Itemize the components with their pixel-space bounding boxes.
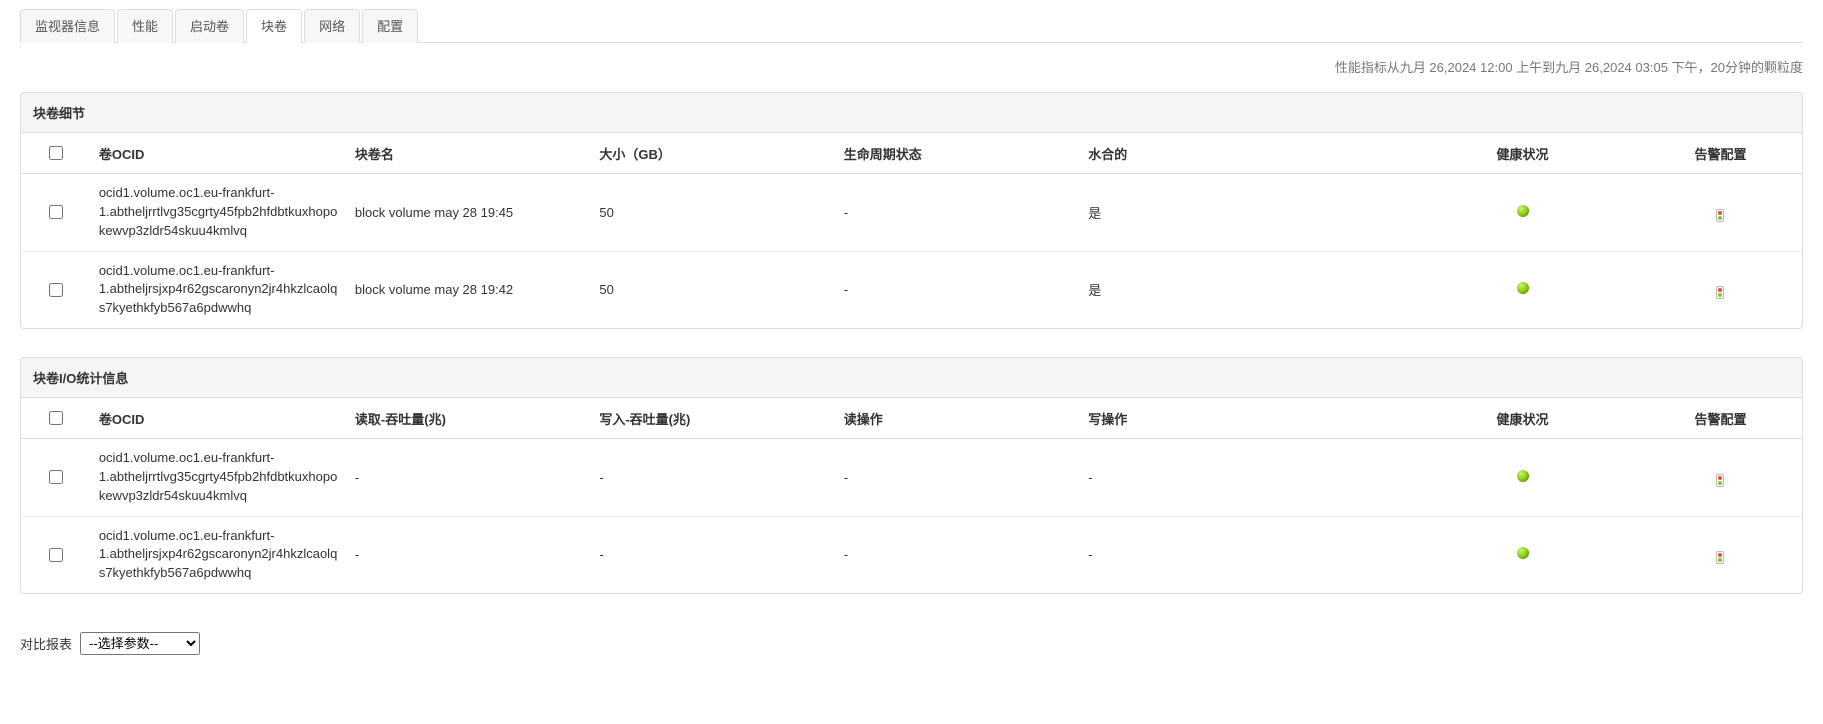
health-status-icon <box>1517 470 1529 482</box>
row-checkbox[interactable] <box>49 283 63 297</box>
life-value: - <box>836 251 1080 328</box>
panel-title-details: 块卷细节 <box>21 93 1802 133</box>
health-status-icon <box>1517 547 1529 559</box>
alert-config-icon[interactable] <box>1716 474 1724 487</box>
col-header-alert: 告警配置 <box>1639 398 1802 439</box>
table-row: ocid1.volume.oc1.eu-frankfurt-1.abtheljr… <box>21 516 1802 593</box>
perf-range-note: 性能指标从九月 26,2024 12:00 上午到九月 26,2024 03:0… <box>20 51 1803 92</box>
col-header-write: 写入-吞吐量(兆) <box>591 398 835 439</box>
row-checkbox[interactable] <box>49 548 63 562</box>
col-header-hyd: 水合的 <box>1080 133 1406 174</box>
compare-select[interactable]: --选择参数-- <box>80 632 200 655</box>
col-header-ocid: 卷OCID <box>91 133 347 174</box>
compare-label: 对比报表 <box>20 634 72 653</box>
select-all-checkbox[interactable] <box>49 411 63 425</box>
table-header-row: 卷OCID 读取-吞吐量(兆) 写入-吞吐量(兆) 读操作 写操作 健康状况 告… <box>21 398 1802 439</box>
volume-name-value: block volume may 28 19:45 <box>347 174 591 252</box>
write-throughput-value: - <box>591 516 835 593</box>
col-header-life: 生命周期状态 <box>836 133 1080 174</box>
tab-config[interactable]: 配置 <box>362 9 418 43</box>
panel-block-volume-io: 块卷I/O统计信息 卷OCID 读取-吞吐量(兆) 写入-吞吐量(兆) 读操作 … <box>20 357 1803 594</box>
hydrated-value: 是 <box>1080 174 1406 252</box>
tab-boot-volume[interactable]: 启动卷 <box>175 9 244 43</box>
alert-config-icon[interactable] <box>1716 286 1724 299</box>
row-checkbox[interactable] <box>49 205 63 219</box>
write-throughput-value: - <box>591 439 835 517</box>
col-header-checkbox <box>21 133 91 174</box>
table-row: ocid1.volume.oc1.eu-frankfurt-1.abtheljr… <box>21 439 1802 517</box>
ocid-value: ocid1.volume.oc1.eu-frankfurt-1.abtheljr… <box>99 263 337 316</box>
size-value: 50 <box>591 174 835 252</box>
tab-monitor-info[interactable]: 监视器信息 <box>20 9 115 43</box>
health-status-icon <box>1517 282 1529 294</box>
life-value: - <box>836 174 1080 252</box>
read-ops-value: - <box>836 439 1080 517</box>
write-ops-value: - <box>1080 516 1406 593</box>
compare-row: 对比报表 --选择参数-- <box>20 622 1803 661</box>
read-throughput-value: - <box>347 516 591 593</box>
col-header-health: 健康状况 <box>1406 133 1639 174</box>
col-header-size: 大小（GB） <box>591 133 835 174</box>
col-header-wop: 写操作 <box>1080 398 1406 439</box>
col-header-name: 块卷名 <box>347 133 591 174</box>
select-all-checkbox[interactable] <box>49 146 63 160</box>
tab-network[interactable]: 网络 <box>304 9 360 43</box>
size-value: 50 <box>591 251 835 328</box>
table-header-row: 卷OCID 块卷名 大小（GB） 生命周期状态 水合的 健康状况 告警配置 <box>21 133 1802 174</box>
tab-block-volume[interactable]: 块卷 <box>246 9 302 43</box>
table-block-volume-details: 卷OCID 块卷名 大小（GB） 生命周期状态 水合的 健康状况 告警配置 oc… <box>21 133 1802 328</box>
panel-block-volume-details: 块卷细节 卷OCID 块卷名 大小（GB） 生命周期状态 水合的 健康状况 <box>20 92 1803 329</box>
panel-title-io: 块卷I/O统计信息 <box>21 358 1802 398</box>
row-checkbox[interactable] <box>49 470 63 484</box>
alert-config-icon[interactable] <box>1716 551 1724 564</box>
tabs: 监视器信息 性能 启动卷 块卷 网络 配置 <box>20 8 1803 43</box>
write-ops-value: - <box>1080 439 1406 517</box>
col-header-read: 读取-吞吐量(兆) <box>347 398 591 439</box>
volume-name-value: block volume may 28 19:42 <box>347 251 591 328</box>
ocid-value: ocid1.volume.oc1.eu-frankfurt-1.abtheljr… <box>99 528 337 581</box>
ocid-value: ocid1.volume.oc1.eu-frankfurt-1.abtheljr… <box>99 450 338 503</box>
col-header-health: 健康状况 <box>1406 398 1639 439</box>
col-header-checkbox <box>21 398 91 439</box>
col-header-alert: 告警配置 <box>1639 133 1802 174</box>
read-ops-value: - <box>836 516 1080 593</box>
table-row: ocid1.volume.oc1.eu-frankfurt-1.abtheljr… <box>21 251 1802 328</box>
alert-config-icon[interactable] <box>1716 209 1724 222</box>
read-throughput-value: - <box>347 439 591 517</box>
table-row: ocid1.volume.oc1.eu-frankfurt-1.abtheljr… <box>21 174 1802 252</box>
hydrated-value: 是 <box>1080 251 1406 328</box>
tab-performance[interactable]: 性能 <box>117 9 173 43</box>
health-status-icon <box>1517 205 1529 217</box>
ocid-value: ocid1.volume.oc1.eu-frankfurt-1.abtheljr… <box>99 185 338 238</box>
table-block-volume-io: 卷OCID 读取-吞吐量(兆) 写入-吞吐量(兆) 读操作 写操作 健康状况 告… <box>21 398 1802 593</box>
col-header-rop: 读操作 <box>836 398 1080 439</box>
col-header-ocid: 卷OCID <box>91 398 347 439</box>
